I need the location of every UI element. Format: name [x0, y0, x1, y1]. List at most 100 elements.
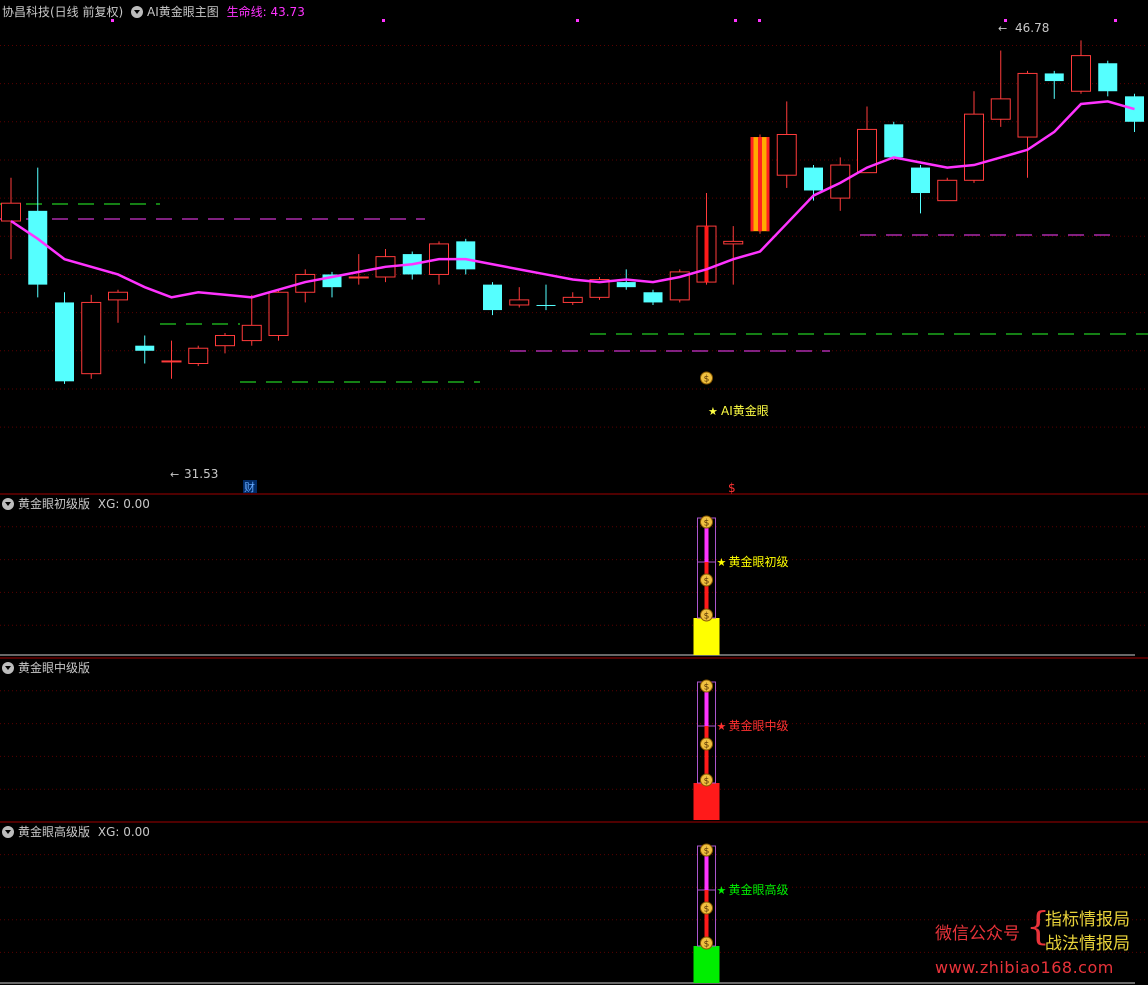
candle-body — [483, 284, 502, 311]
candle — [188, 345, 209, 367]
candle — [456, 238, 476, 275]
top-tick — [576, 19, 579, 22]
indicator-name[interactable]: AI黄金眼主图 — [147, 5, 219, 19]
panel2-title[interactable]: 黄金眼中级版 — [18, 661, 90, 675]
candle — [1044, 70, 1064, 99]
dropdown-icon[interactable] — [2, 498, 14, 510]
candle-body — [188, 347, 209, 365]
arrow-glyph: ← — [170, 468, 179, 481]
signal-label: 黄金眼初级 — [729, 554, 789, 569]
candle-stripe — [766, 137, 770, 232]
candle — [215, 332, 235, 354]
candle — [509, 287, 530, 308]
star-icon: ★ — [717, 720, 727, 733]
panel1-xg: XG: 0.00 — [97, 497, 150, 511]
wechat-label: 微信公众号 — [935, 924, 1020, 944]
candle — [1098, 60, 1118, 97]
money-bag-symbol: $ — [704, 612, 710, 622]
candle-body — [1098, 63, 1118, 92]
candle — [55, 292, 74, 384]
candle-body — [55, 302, 74, 382]
candle-body — [1071, 55, 1091, 92]
candle — [241, 294, 262, 346]
candle — [857, 106, 877, 174]
candle-body — [28, 210, 48, 285]
candle-body — [1044, 73, 1064, 82]
candle-body — [911, 167, 930, 194]
candle — [884, 121, 904, 160]
candle-body — [536, 304, 556, 306]
top-tick — [758, 19, 761, 22]
signal-label: AI黄金眼 — [721, 403, 769, 418]
stock-title[interactable]: 协昌科技(日线 前复权) — [2, 5, 123, 19]
money-bag-symbol: $ — [704, 683, 710, 693]
star-icon: ★ — [708, 405, 718, 418]
candle — [268, 289, 289, 341]
candle-body — [884, 124, 904, 158]
signal-bar — [704, 226, 709, 283]
dropdown-icon[interactable] — [2, 826, 14, 838]
main-header: 协昌科技(日线 前复权) AI黄金眼主图 生命线: 43.73 — [2, 4, 309, 20]
top-tick — [382, 19, 385, 22]
candle-body — [937, 179, 958, 202]
candle-body — [509, 299, 530, 306]
candle — [161, 340, 182, 379]
candle-body — [81, 301, 102, 375]
panel1-header: 黄金眼初级版 XG: 0.00 — [2, 496, 154, 512]
candle-body — [161, 360, 182, 363]
signal-block — [693, 946, 720, 983]
candle-body — [964, 113, 984, 181]
candle — [723, 226, 744, 285]
cai-marker: 财 — [244, 480, 255, 494]
candle — [562, 292, 583, 305]
candle — [348, 254, 369, 285]
candle-body — [135, 345, 155, 351]
candle — [990, 50, 1011, 127]
money-bag-symbol: $ — [704, 519, 710, 529]
candle — [776, 101, 797, 188]
watermark-lines: 指标情报局 战法情报局 — [1045, 908, 1130, 956]
money-bag-symbol: $ — [704, 577, 710, 587]
star-icon: ★ — [717, 556, 727, 569]
candle — [1017, 70, 1038, 178]
candle-body — [348, 276, 369, 279]
money-bag-symbol: $ — [704, 905, 710, 915]
dropdown-icon[interactable] — [2, 662, 14, 674]
candle — [750, 134, 770, 234]
watermark-line2: 战法情报局 — [1045, 934, 1130, 954]
candles-layer — [1, 40, 1144, 384]
candle — [536, 284, 556, 311]
candle — [1071, 40, 1091, 94]
candle — [135, 335, 155, 364]
panel1-title[interactable]: 黄金眼初级版 — [18, 497, 90, 511]
candle-body — [990, 98, 1011, 120]
watermark-url: www.zhibiao168.com — [935, 958, 1114, 977]
candle — [81, 294, 102, 379]
life-line-value: 43.73 — [270, 5, 305, 19]
star-icon: ★ — [717, 884, 727, 897]
dropdown-icon[interactable] — [131, 6, 144, 18]
candle-body — [776, 134, 797, 176]
candle — [937, 177, 958, 202]
signal-block — [693, 618, 720, 655]
money-bag-symbol: $ — [704, 375, 710, 385]
signal-block — [693, 783, 720, 820]
candle-body — [562, 296, 583, 303]
candle — [28, 167, 48, 298]
panel3-title[interactable]: 黄金眼高级版 — [18, 825, 90, 839]
top-tick — [734, 19, 737, 22]
dollar-marker: $ — [728, 481, 736, 495]
signal-label: 黄金眼中级 — [729, 718, 789, 733]
top-tick — [1114, 19, 1117, 22]
candle — [1125, 93, 1144, 132]
candle-body — [804, 167, 823, 191]
candle — [643, 289, 663, 305]
panel2-header: 黄金眼中级版 — [2, 660, 94, 676]
candle-body — [643, 292, 663, 303]
money-bag-symbol: $ — [704, 741, 710, 751]
money-bag-symbol: $ — [704, 940, 710, 950]
candle — [1, 177, 21, 260]
candle-body — [241, 324, 262, 342]
money-bag-symbol: $ — [704, 777, 710, 787]
low-label: 31.53 — [184, 467, 218, 481]
